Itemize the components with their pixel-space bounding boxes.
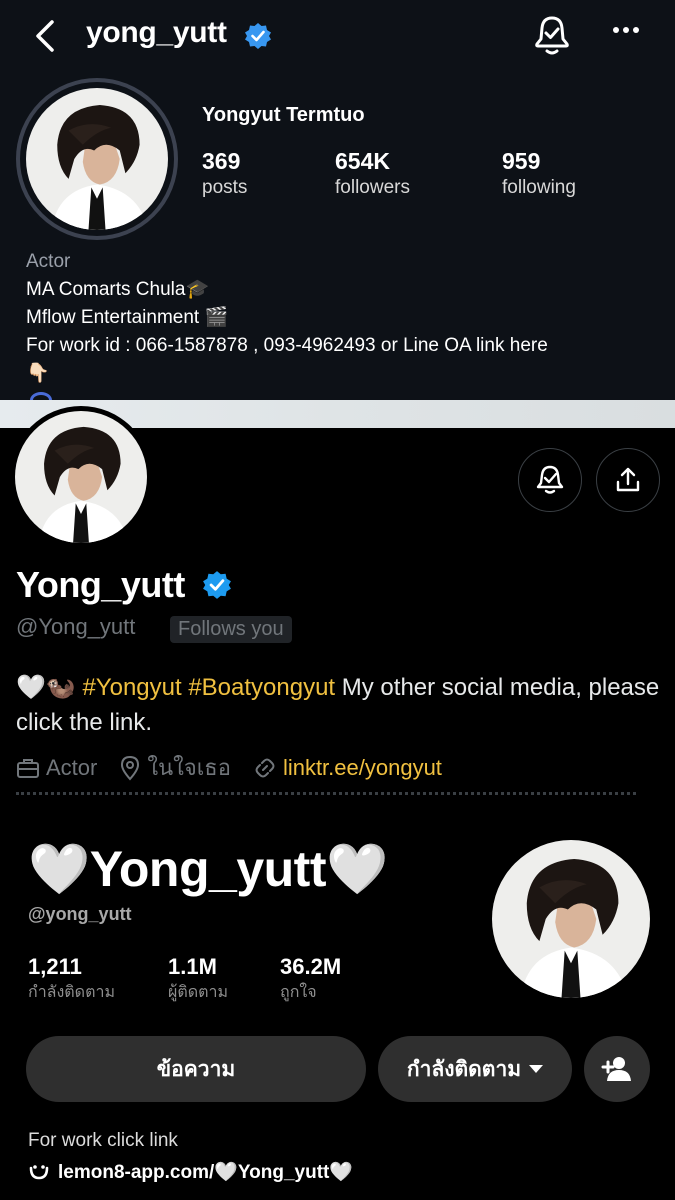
- bio-line: 👇🏻: [26, 363, 50, 384]
- stat-label: กำลังติดตาม: [28, 984, 115, 1001]
- stat-value: 1.1M: [168, 954, 217, 979]
- following-count[interactable]: 1,211 กำลังติดตาม: [28, 954, 115, 1005]
- location-pin-icon: [121, 755, 140, 781]
- instagram-profile: yong_yutt Yongyut Termtuo 369 posts 654K…: [0, 0, 675, 400]
- more-options-icon[interactable]: [612, 22, 640, 40]
- chevron-down-icon: [529, 1065, 544, 1073]
- add-friend-button[interactable]: [584, 1036, 650, 1102]
- location-label: ในใจเธอ: [147, 755, 231, 780]
- profession-item: Actor: [16, 755, 97, 781]
- message-button[interactable]: ข้อความ: [26, 1036, 366, 1102]
- followers-count[interactable]: 1.1M ผู้ติดตาม: [168, 954, 228, 1005]
- stat-value: 1,211: [28, 954, 82, 979]
- notification-bell-icon[interactable]: [532, 14, 572, 61]
- share-icon: [616, 467, 640, 492]
- bio-line: For work id : 066-1587878 , 093-4962493 …: [26, 335, 548, 356]
- stat-label: ถูกใจ: [280, 984, 317, 1001]
- bio-emoji: 🤍🦦: [16, 674, 83, 701]
- cropped-row: [16, 792, 636, 795]
- bio-text: For work click link: [28, 1130, 178, 1151]
- link-icon: [29, 1165, 49, 1180]
- profile-avatar[interactable]: [492, 840, 650, 998]
- profile-full-name: Yongyut Termtuo: [202, 104, 365, 126]
- followers-count[interactable]: 654K followers: [335, 148, 410, 199]
- add-user-icon: [601, 1057, 631, 1081]
- likes-count[interactable]: 36.2M ถูกใจ: [280, 954, 341, 1005]
- stat-value: 369: [202, 148, 241, 174]
- following-button-label: กำลังติดตาม: [406, 1057, 522, 1081]
- stat-value: 959: [502, 148, 541, 174]
- link-icon: [255, 758, 275, 777]
- profile-display-name: 🤍Yong_yutt🤍: [28, 841, 388, 897]
- profile-bio: Actor MA Comarts Chula🎓 Mflow Entertainm…: [26, 248, 666, 388]
- tiktok-profile: 🤍Yong_yutt🤍 @yong_yutt 1,211 กำลังติดตาม…: [0, 800, 675, 1200]
- bio-hashtags[interactable]: #Yongyut #Boatyongyut: [82, 674, 335, 701]
- verified-icon: [244, 22, 272, 55]
- twitter-profile: Yong_yutt @Yong_yutt Follows you 🤍🦦 #Yon…: [0, 400, 675, 800]
- back-icon[interactable]: [30, 18, 62, 54]
- subscribe-notifications-button[interactable]: [518, 448, 582, 512]
- link-icon: [30, 392, 52, 400]
- stat-label: ผู้ติดตาม: [168, 984, 229, 1001]
- following-dropdown-button[interactable]: กำลังติดตาม: [378, 1036, 572, 1102]
- follows-you-badge: Follows you: [170, 616, 292, 643]
- profile-display-name: Yong_yutt: [16, 564, 185, 605]
- profile-username: yong_yutt: [86, 16, 227, 49]
- profile-avatar[interactable]: [10, 406, 152, 548]
- stat-value: 654K: [335, 148, 390, 174]
- stat-label: posts: [202, 177, 248, 198]
- share-button[interactable]: [596, 448, 660, 512]
- location-item: ในใจเธอ: [119, 750, 231, 785]
- bio-link[interactable]: lemon8-app.com/🤍Yong_yutt🤍: [28, 1160, 353, 1184]
- bio-line: MA Comarts Chula🎓: [26, 279, 210, 300]
- profession-label: Actor: [46, 754, 98, 780]
- profile-bio: 🤍🦦 #Yongyut #Boatyongyut My other social…: [16, 670, 666, 740]
- message-button-label: ข้อความ: [156, 1057, 236, 1081]
- following-count[interactable]: 959 following: [502, 148, 576, 199]
- bio-line: Mflow Entertainment 🎬: [26, 307, 229, 328]
- bio-link-text[interactable]: lemon8-app.com/🤍Yong_yutt🤍: [58, 1160, 353, 1184]
- briefcase-icon: [17, 758, 39, 778]
- verified-icon[interactable]: [202, 570, 232, 605]
- posts-count[interactable]: 369 posts: [202, 148, 247, 199]
- stat-value: 36.2M: [280, 954, 342, 979]
- profile-avatar[interactable]: [16, 78, 178, 240]
- profile-handle: @yong_yutt: [28, 904, 132, 924]
- profile-meta: Actor ในใจเธอ linktr.ee/yongyut: [16, 750, 464, 785]
- website-link[interactable]: linktr.ee/yongyut: [283, 755, 442, 781]
- stat-label: following: [502, 177, 576, 198]
- profile-handle: @Yong_yutt: [16, 614, 136, 639]
- bell-check-icon: [536, 465, 564, 494]
- stat-label: followers: [335, 177, 410, 198]
- website-item[interactable]: linktr.ee/yongyut: [253, 755, 442, 781]
- profile-category: Actor: [26, 251, 71, 272]
